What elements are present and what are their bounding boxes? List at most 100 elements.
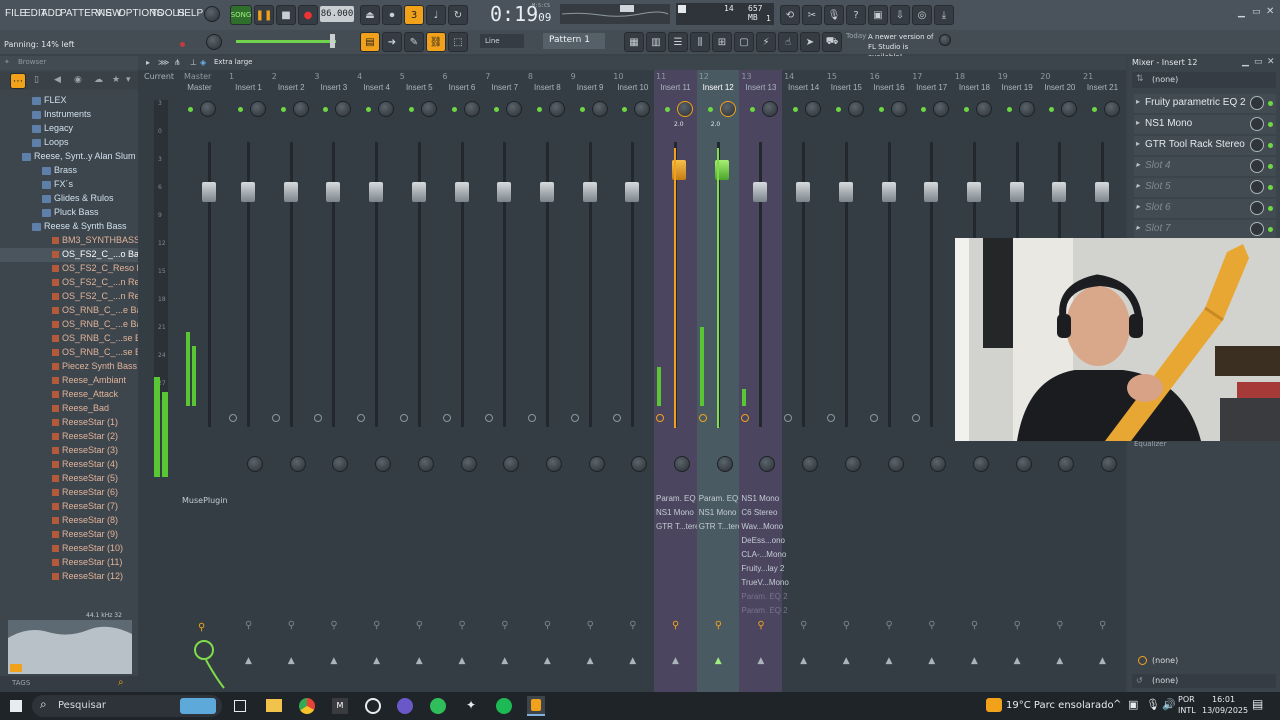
- mixer-strip-13[interactable]: 13 Insert 13 NS1 Mono C6 Stereo Wav...Mono De…: [739, 70, 789, 692]
- strip-label[interactable]: Insert 3: [312, 83, 355, 92]
- play-button[interactable]: ❚❚: [254, 5, 274, 25]
- send-icon[interactable]: ➤: [800, 32, 820, 52]
- strip-pan-knob[interactable]: [1018, 101, 1035, 117]
- strip-label[interactable]: Insert 5: [398, 83, 441, 92]
- send-arrow-icon[interactable]: ▲: [416, 656, 423, 666]
- strip-label[interactable]: Insert 21: [1081, 83, 1124, 92]
- output-select[interactable]: (none): [1132, 654, 1276, 668]
- star-icon[interactable]: ★: [112, 75, 120, 85]
- strip-fader[interactable]: [454, 182, 469, 202]
- strip-pan-knob[interactable]: [378, 101, 395, 117]
- strip-fader[interactable]: [411, 182, 426, 202]
- strip-stereo-knob[interactable]: [332, 456, 349, 472]
- strip-pan-knob[interactable]: [975, 101, 992, 117]
- record-button[interactable]: ●: [298, 5, 318, 25]
- draw-tool-icon[interactable]: ✎: [404, 32, 424, 52]
- strip-mute-led[interactable]: [750, 107, 756, 112]
- mixer-strip-6[interactable]: 6 Insert 6 ⚲ ▲: [441, 70, 484, 692]
- strip-send-icon[interactable]: [399, 414, 408, 422]
- send-arrow-icon[interactable]: ▲: [800, 656, 807, 666]
- strip-label[interactable]: Insert 11: [654, 83, 697, 92]
- route-arrow-icon[interactable]: ⚲: [1099, 620, 1106, 631]
- strip-pan-knob[interactable]: [890, 101, 907, 117]
- browser-item[interactable]: FX´s: [0, 178, 138, 192]
- send-arrow-icon[interactable]: ▲: [672, 656, 679, 666]
- sample-preview[interactable]: 44.1 kHz 32: [8, 612, 132, 674]
- strip-mute-led[interactable]: [408, 107, 414, 112]
- windows-start-icon[interactable]: [10, 700, 22, 712]
- minimize-icon[interactable]: ▁: [1238, 8, 1245, 18]
- master-pitch-knob[interactable]: [206, 34, 222, 50]
- strip-fader[interactable]: [924, 182, 939, 202]
- strip-stereo-knob[interactable]: [460, 456, 477, 472]
- browser-item[interactable]: Pluck Bass: [0, 206, 138, 220]
- strip-mute-led[interactable]: [579, 107, 585, 112]
- mixer-strip-8[interactable]: 8 Insert 8 ⚲ ▲: [526, 70, 569, 692]
- slot-mix-knob[interactable]: [1250, 159, 1264, 173]
- strip-stereo-knob[interactable]: [545, 456, 562, 472]
- mixer-strip-17[interactable]: 17 Insert 17 ⚲ ▲: [910, 70, 953, 692]
- strip-mute-led[interactable]: [494, 107, 500, 112]
- input-select[interactable]: (none): [1132, 72, 1276, 88]
- spotify-icon[interactable]: [496, 698, 512, 714]
- back-icon[interactable]: ◀: [54, 75, 61, 85]
- send-arrow-icon[interactable]: ▲: [373, 656, 380, 666]
- strip-plugin-slot[interactable]: Param. EQ 2: [699, 494, 745, 503]
- strip-fader[interactable]: [497, 182, 512, 202]
- route-arrow-icon[interactable]: ⚲: [843, 620, 850, 631]
- strip-pan-knob[interactable]: [506, 101, 523, 117]
- browser-item[interactable]: Loops: [0, 136, 138, 150]
- pattern-select[interactable]: Pattern 1: [543, 33, 605, 49]
- preview-play-icon[interactable]: [10, 664, 22, 672]
- strip-send-icon[interactable]: [698, 414, 707, 422]
- strip-mute-led[interactable]: [451, 107, 457, 112]
- mixer-strip-12[interactable]: 2.0 12 Insert 12 Param. EQ 2 NS1 Mono GTR T..…: [696, 70, 747, 692]
- strip-label[interactable]: Insert 17: [910, 83, 953, 92]
- strip-stereo-knob[interactable]: [930, 456, 947, 472]
- strip-pan-knob[interactable]: [1104, 101, 1120, 117]
- strip-fader[interactable]: [796, 182, 811, 202]
- slot-enable-led[interactable]: [1268, 101, 1273, 106]
- task-view-icon[interactable]: [234, 700, 246, 712]
- strip-pan-knob[interactable]: [591, 101, 608, 117]
- slot-mix-knob[interactable]: [1250, 138, 1264, 152]
- snap-select[interactable]: Line: [480, 34, 524, 48]
- strip-label[interactable]: Insert 20: [1038, 83, 1081, 92]
- strip-mute-led[interactable]: [280, 107, 286, 112]
- fx-slot[interactable]: ▸ Fruity parametric EQ 2: [1134, 94, 1276, 113]
- mixer-strip-9[interactable]: 9 Insert 9 ⚲ ▲: [569, 70, 612, 692]
- browser-item[interactable]: ReeseStar (6): [0, 486, 138, 500]
- send-arrow-icon[interactable]: ▲: [1056, 656, 1063, 666]
- panel-close-icon[interactable]: ✕: [1267, 57, 1275, 67]
- strip-mute-led[interactable]: [1049, 107, 1055, 112]
- strip-send-icon[interactable]: [271, 414, 280, 422]
- browser-item[interactable]: OS_RNB_C_...se Bass 2: [0, 346, 163, 360]
- strip-mute-led[interactable]: [665, 107, 670, 112]
- view-icon[interactable]: ◉: [74, 75, 82, 85]
- send-arrow-icon[interactable]: ▲: [843, 656, 850, 666]
- output-select-2[interactable]: (none): [1132, 674, 1276, 688]
- strip-mute-led[interactable]: [366, 107, 372, 112]
- strip-mute-led[interactable]: [238, 107, 243, 112]
- wait-icon[interactable]: ⏺: [382, 5, 402, 25]
- strip-stereo-knob[interactable]: [674, 456, 690, 472]
- undo-icon[interactable]: ⟲: [780, 5, 800, 25]
- loop-record-icon[interactable]: ↻: [448, 5, 468, 25]
- strip-label[interactable]: Insert 18: [953, 83, 996, 92]
- piano-roll-icon[interactable]: ▦: [624, 32, 644, 52]
- fl-studio-taskbar-icon[interactable]: [527, 696, 545, 716]
- panel-maximize-icon[interactable]: ▭: [1254, 57, 1263, 67]
- browser-item[interactable]: ReeseStar (8): [0, 514, 138, 528]
- tray-app-icon[interactable]: ▣: [1128, 698, 1138, 711]
- strip-label[interactable]: Insert 6: [441, 83, 484, 92]
- route-arrow-icon[interactable]: ⚲: [800, 620, 807, 631]
- send-arrow-icon[interactable]: ▲: [330, 656, 337, 666]
- mic-icon[interactable]: 🎙: [824, 5, 844, 25]
- touch-icon[interactable]: ☝: [778, 32, 798, 52]
- language-code[interactable]: POR: [1178, 695, 1195, 704]
- strip-fader[interactable]: [539, 182, 554, 202]
- route-arrow-icon[interactable]: ⚲: [459, 620, 466, 631]
- strip-stereo-knob[interactable]: [716, 456, 733, 472]
- browser-item[interactable]: ReeseStar (12): [0, 570, 138, 584]
- plug-icon[interactable]: ⚡: [756, 32, 776, 52]
